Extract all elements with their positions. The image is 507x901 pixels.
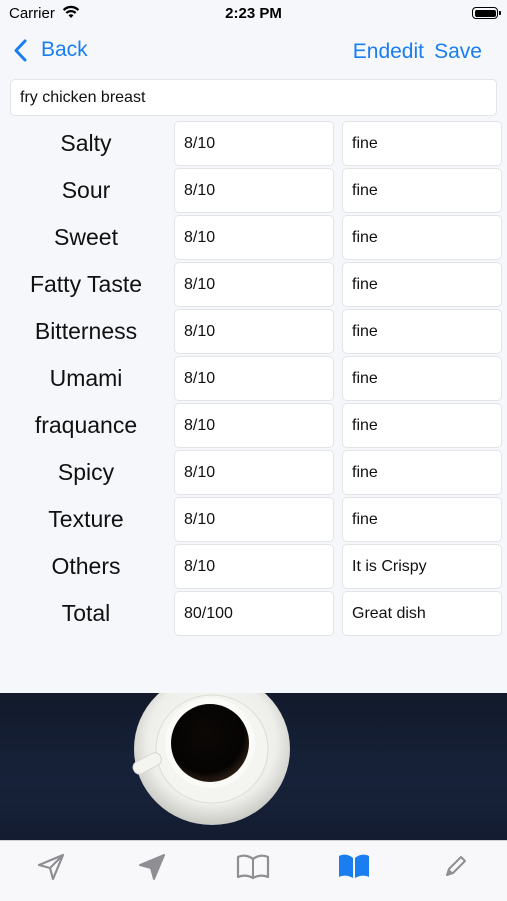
comment-field[interactable]: fine — [342, 403, 502, 448]
rating-label: Salty — [60, 130, 112, 156]
rating-row-salty: Salty 8/10 fine — [0, 120, 507, 167]
tab-paper-plane-outline[interactable] — [31, 849, 71, 885]
rating-row-texture: Texture 8/10 fine — [0, 496, 507, 543]
endedit-button[interactable]: Endedit — [353, 40, 424, 64]
coffee-cup-image — [0, 693, 507, 840]
rating-label: Bitterness — [34, 318, 138, 344]
comment-field[interactable]: fine — [342, 121, 502, 166]
comment-field[interactable]: It is Crispy — [342, 544, 502, 589]
score-field[interactable]: 8/10 — [174, 215, 334, 260]
battery-icon — [472, 7, 501, 19]
rating-label: Sour — [61, 177, 111, 203]
clock: 2:23 PM — [225, 5, 282, 22]
coffee-cup-illustration — [132, 693, 290, 825]
comment-field[interactable]: fine — [342, 356, 502, 401]
comment-field[interactable]: fine — [342, 262, 502, 307]
status-bar: Carrier 2:23 PM — [0, 0, 507, 28]
tab-bar — [0, 840, 507, 901]
paper-plane-outline-icon — [37, 853, 65, 881]
rating-row-fatty-taste: Fatty Taste 8/10 fine — [0, 261, 507, 308]
score-field[interactable]: 8/10 — [174, 403, 334, 448]
rating-label: Spicy — [57, 459, 115, 485]
comment-field[interactable]: Great dish — [342, 591, 502, 636]
comment-field[interactable]: fine — [342, 450, 502, 495]
comment-field[interactable]: fine — [342, 309, 502, 354]
score-field[interactable]: 8/10 — [174, 356, 334, 401]
pencil-icon — [446, 856, 466, 876]
score-field[interactable]: 8/10 — [174, 309, 334, 354]
comment-field[interactable]: fine — [342, 215, 502, 260]
tab-pencil[interactable] — [435, 849, 475, 885]
back-button[interactable]: Back — [14, 38, 88, 62]
rating-row-umami: Umami 8/10 fine — [0, 355, 507, 402]
rating-row-bitterness: Bitterness 8/10 fine — [0, 308, 507, 355]
rating-row-spicy: Spicy 8/10 fine — [0, 449, 507, 496]
rating-label: Others — [51, 553, 121, 579]
dish-name-field[interactable]: fry chicken breast — [10, 79, 497, 116]
score-field[interactable]: 8/10 — [174, 262, 334, 307]
score-field[interactable]: 8/10 — [174, 450, 334, 495]
rating-label: Fatty Taste — [29, 271, 143, 297]
score-field[interactable]: 8/10 — [174, 168, 334, 213]
rating-row-sour: Sour 8/10 fine — [0, 167, 507, 214]
tab-paper-plane-filled[interactable] — [132, 849, 172, 885]
rating-label: Total — [61, 600, 111, 626]
rating-row-others: Others 8/10 It is Crispy — [0, 543, 507, 590]
rating-label: Texture — [48, 506, 124, 532]
navigation-bar: Back Endedit Save — [0, 28, 507, 76]
book-outline-icon — [236, 854, 270, 880]
score-field[interactable]: 8/10 — [174, 497, 334, 542]
rating-row-fraquance: fraquance 8/10 fine — [0, 402, 507, 449]
comment-field[interactable]: fine — [342, 497, 502, 542]
rating-row-sweet: Sweet 8/10 fine — [0, 214, 507, 261]
score-field[interactable]: 80/100 — [174, 591, 334, 636]
score-field[interactable]: 8/10 — [174, 121, 334, 166]
tab-book-outline[interactable] — [233, 849, 273, 885]
save-button[interactable]: Save — [434, 40, 482, 64]
comment-field[interactable]: fine — [342, 168, 502, 213]
rating-label: Umami — [49, 365, 123, 391]
score-field[interactable]: 8/10 — [174, 544, 334, 589]
paper-plane-filled-icon — [139, 854, 165, 880]
rating-label: fraquance — [34, 412, 138, 438]
rating-label: Sweet — [54, 224, 118, 250]
tab-book-filled[interactable] — [334, 849, 374, 885]
back-label: Back — [41, 38, 88, 61]
chevron-left-icon — [14, 39, 27, 61]
rating-row-total: Total 80/100 Great dish — [0, 590, 507, 637]
book-filled-icon — [339, 854, 369, 878]
